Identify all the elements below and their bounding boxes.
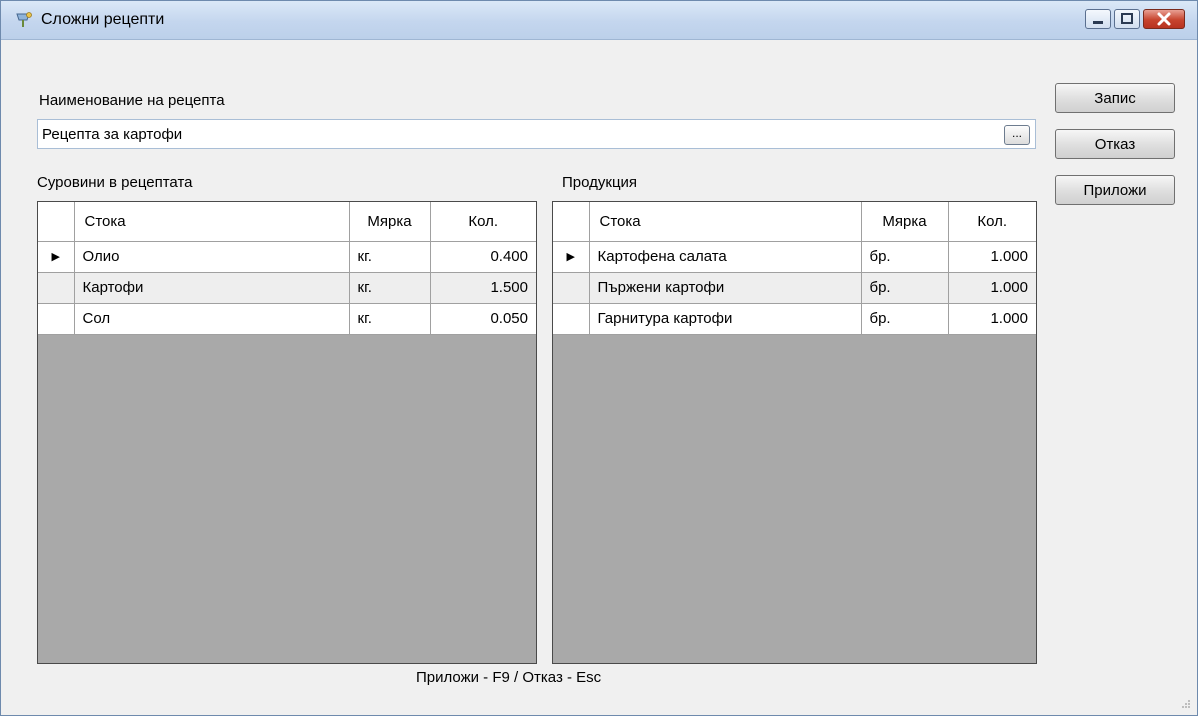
cell-unit[interactable]: бр. xyxy=(861,303,949,335)
recipe-name-label: Наименование на рецепта xyxy=(39,92,225,109)
maximize-button[interactable] xyxy=(1114,9,1140,29)
cell-qty[interactable]: 1.000 xyxy=(948,272,1036,304)
column-header-qty[interactable]: Кол. xyxy=(430,202,536,242)
row-selector-header[interactable] xyxy=(553,202,590,242)
minimize-icon xyxy=(1093,21,1103,24)
products-label: Продукция xyxy=(562,174,638,191)
minimize-button[interactable] xyxy=(1085,9,1111,29)
column-header-item[interactable]: Стока xyxy=(589,202,862,242)
products-table: Стока Мярка Кол. ▶ Картофена салата бр. … xyxy=(553,202,1036,335)
ingredients-header-row: Стока Мярка Кол. xyxy=(38,202,536,242)
table-row[interactable]: Картофи кг. 1.500 xyxy=(38,272,536,304)
cell-qty[interactable]: 0.400 xyxy=(430,241,536,273)
title-bar[interactable]: Сложни рецепти xyxy=(1,1,1197,40)
shortcut-hint: Приложи - F9 / Отказ - Esc xyxy=(416,669,602,686)
cell-qty[interactable]: 1.500 xyxy=(430,272,536,304)
column-header-item[interactable]: Стока xyxy=(74,202,350,242)
cell-item[interactable]: Олио xyxy=(74,241,350,273)
table-row[interactable]: ▶ Картофена салата бр. 1.000 xyxy=(553,241,1036,273)
recipe-name-input[interactable] xyxy=(37,119,1036,149)
browse-button[interactable]: ... xyxy=(1004,125,1030,145)
table-row[interactable]: Гарнитура картофи бр. 1.000 xyxy=(553,303,1036,335)
ingredients-label: Суровини в рецептата xyxy=(37,174,193,191)
row-selector[interactable] xyxy=(553,303,590,335)
cell-item[interactable]: Картофена салата xyxy=(589,241,862,273)
cell-unit[interactable]: кг. xyxy=(349,241,431,273)
row-pointer-icon: ▶ xyxy=(38,241,75,273)
cell-qty[interactable]: 1.000 xyxy=(948,303,1036,335)
row-selector[interactable] xyxy=(38,272,75,304)
table-row[interactable]: ▶ Олио кг. 0.400 xyxy=(38,241,536,273)
save-button[interactable]: Запис xyxy=(1055,83,1175,113)
maximize-icon xyxy=(1121,13,1133,24)
ingredients-table: Стока Мярка Кол. ▶ Олио кг. 0.400 Картоф… xyxy=(38,202,536,335)
window-title: Сложни рецепти xyxy=(41,11,165,28)
column-header-unit[interactable]: Мярка xyxy=(349,202,431,242)
resize-grip-icon[interactable] xyxy=(1181,699,1191,709)
close-button[interactable] xyxy=(1143,9,1185,29)
table-row[interactable]: Сол кг. 0.050 xyxy=(38,303,536,335)
column-header-qty[interactable]: Кол. xyxy=(948,202,1036,242)
cell-unit[interactable]: кг. xyxy=(349,272,431,304)
cell-item[interactable]: Пържени картофи xyxy=(589,272,862,304)
cell-unit[interactable]: бр. xyxy=(861,272,949,304)
cell-unit[interactable]: бр. xyxy=(861,241,949,273)
products-header-row: Стока Мярка Кол. xyxy=(553,202,1036,242)
cell-item[interactable]: Сол xyxy=(74,303,350,335)
cell-qty[interactable]: 1.000 xyxy=(948,241,1036,273)
cell-item[interactable]: Гарнитура картофи xyxy=(589,303,862,335)
column-header-unit[interactable]: Мярка xyxy=(861,202,949,242)
cell-unit[interactable]: кг. xyxy=(349,303,431,335)
close-icon xyxy=(1157,12,1171,26)
recipes-window: Сложни рецепти Наименование на рецепта .… xyxy=(0,0,1198,716)
apply-button[interactable]: Приложи xyxy=(1055,175,1175,205)
products-grid[interactable]: Стока Мярка Кол. ▶ Картофена салата бр. … xyxy=(552,201,1037,664)
cell-qty[interactable]: 0.050 xyxy=(430,303,536,335)
row-selector-header[interactable] xyxy=(38,202,75,242)
cancel-button[interactable]: Отказ xyxy=(1055,129,1175,159)
row-pointer-icon: ▶ xyxy=(553,241,590,273)
ingredients-grid[interactable]: Стока Мярка Кол. ▶ Олио кг. 0.400 Картоф… xyxy=(37,201,537,664)
row-selector[interactable] xyxy=(553,272,590,304)
table-row[interactable]: Пържени картофи бр. 1.000 xyxy=(553,272,1036,304)
recipe-app-icon xyxy=(16,12,32,27)
cell-item[interactable]: Картофи xyxy=(74,272,350,304)
row-selector[interactable] xyxy=(38,303,75,335)
